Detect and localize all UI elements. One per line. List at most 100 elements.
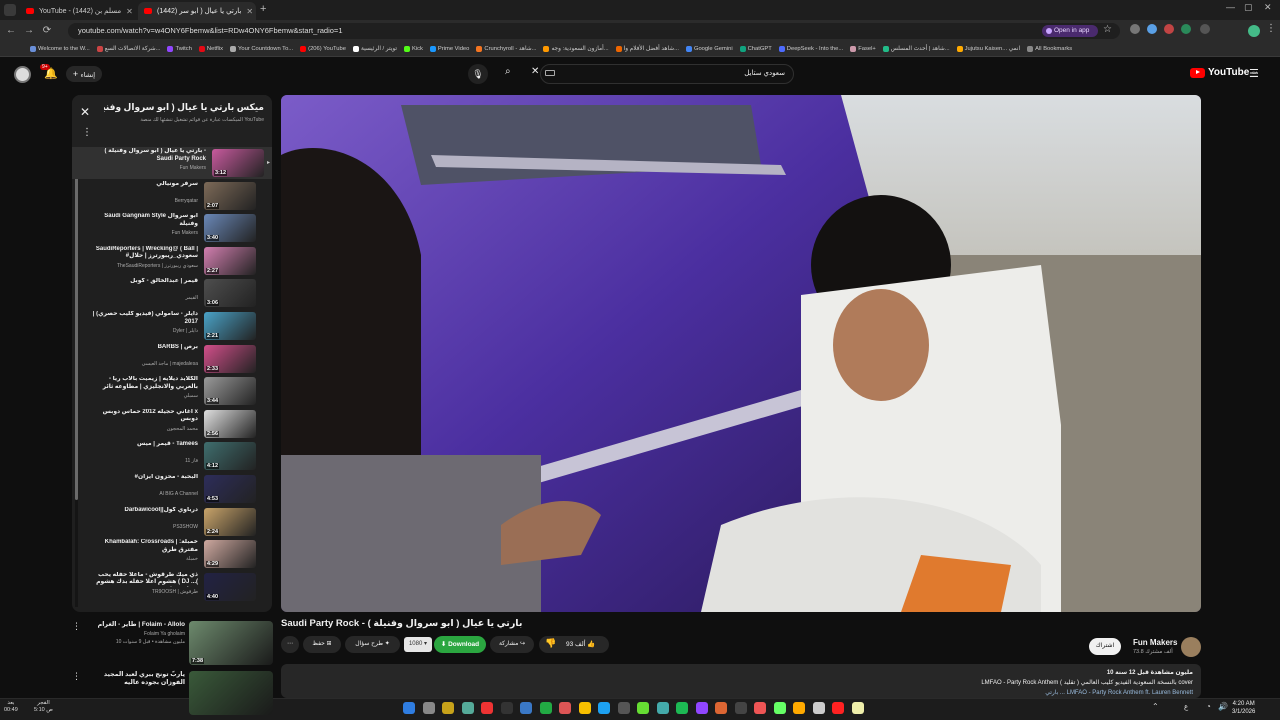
bookmark-item[interactable]: Kick [403, 46, 423, 52]
window-close-button[interactable]: ✕ [1264, 2, 1272, 13]
open-in-app-button[interactable]: Open in app [1042, 25, 1098, 37]
playlist-item[interactable]: 2:56 اغاني حجيله 2012 حماس دوبس x دوبس محم… [78, 408, 264, 440]
voice-search-mic-icon[interactable]: 🎙 [468, 64, 488, 84]
bookmark-item[interactable]: Your Countdown To... [230, 46, 293, 52]
recommendation-menu-kebab-icon[interactable]: ⋮ [72, 621, 81, 632]
clock[interactable]: 4:20 AM 3/1/2026 [1232, 700, 1255, 716]
playlist-item[interactable]: 3:12 بارتي يا عيال ( ابو سروال وفنيلة ) -… [72, 147, 272, 179]
edge-icon[interactable] [520, 702, 532, 714]
share-button[interactable]: مشاركة ↪ [490, 636, 534, 653]
folder-icon[interactable] [578, 702, 591, 714]
description-box[interactable]: 10 مليون مشاهدة قبل 12 سنة LMFAO - Party… [281, 664, 1201, 698]
prayer-widget[interactable]: الفجر 5:10 ص [34, 700, 53, 714]
system-tray-chevron-icon[interactable]: ⌃ [1152, 702, 1159, 711]
playlist-item[interactable]: 2:21 دايلر - سامولي (فيديو كليب حصري) | 2… [78, 310, 264, 342]
tab-2-close-icon[interactable]: ✕ [246, 7, 253, 16]
playlist-item[interactable]: 3:44 الكلايد ديلايه | زيميت بالاب ريا - ب… [78, 375, 264, 407]
app-icon[interactable] [851, 702, 864, 714]
quality-select[interactable]: 1080 ▾ [404, 637, 432, 652]
extension-icon[interactable] [1130, 24, 1140, 34]
app-icon[interactable] [559, 702, 571, 714]
bookmark-item[interactable]: Fasel+ [850, 46, 876, 52]
hamburger-menu-icon[interactable]: ☰ [1249, 67, 1259, 80]
search-icon[interactable]: ⌕ [505, 66, 511, 77]
keyboard-icon[interactable] [545, 70, 555, 76]
channel-name[interactable]: Fun Makers [1133, 638, 1177, 647]
language-indicator[interactable]: ع [1184, 703, 1188, 711]
bookmark-item[interactable]: تويتر / الرئيسية [352, 46, 397, 52]
bookmark-item[interactable]: ChatGPT [739, 46, 772, 52]
bookmark-item[interactable]: شاهد | أحدث المسلس... [882, 46, 950, 52]
reload-button[interactable]: ⟳ [40, 24, 54, 38]
bookmark-item[interactable]: Netflix [198, 46, 223, 52]
app-icon[interactable] [598, 702, 610, 714]
bookmark-item[interactable]: DeepSeek - Into the... [778, 46, 843, 52]
steam-icon[interactable] [539, 702, 552, 714]
tab-1-close-icon[interactable]: ✕ [126, 7, 133, 16]
bookmark-item[interactable]: Twitch [167, 46, 192, 52]
recommendation-menu-kebab-icon[interactable]: ⋮ [72, 671, 81, 682]
youtube-logo[interactable]: YouTube SA [1190, 67, 1258, 78]
url-input[interactable]: youtube.com/watch?v=w4ONY6Fbemw&list=RDw… [68, 23, 1120, 39]
playlist-item[interactable]: 2:27 SaudiReporters | Wrecking@ ( Ball | … [78, 245, 264, 277]
app-icon[interactable] [754, 702, 766, 714]
bookmark-item[interactable]: Google Gemini [685, 46, 733, 52]
file-explorer-icon[interactable] [442, 702, 454, 714]
bookmark-item[interactable]: All Bookmarks [1027, 46, 1072, 52]
playlist-item[interactable]: 4:40 ذي ميك طرقوش - ماعلا حفله يحب هشوم ا… [78, 571, 264, 603]
subscribe-button[interactable]: اشتراك [1089, 638, 1121, 655]
bookmark-star-icon[interactable]: ☆ [1103, 24, 1112, 35]
channel-avatar[interactable] [1181, 637, 1201, 657]
bookmark-item[interactable]: أمازون السعودية: وجه... [543, 46, 609, 52]
clear-search-icon[interactable]: ✕ [531, 66, 539, 77]
app-icon[interactable] [793, 702, 805, 714]
back-button[interactable]: ← [4, 24, 18, 38]
save-button[interactable]: حفظ ⊞ [303, 636, 341, 653]
playlist-item[interactable]: 2:33 BARBS | برص ماجد العيسى | majedalesa [78, 343, 264, 375]
extension-icon[interactable] [1164, 24, 1174, 34]
bookmark-item[interactable]: Jujutsu Kaisen... انمي [956, 46, 1020, 52]
search-input[interactable]: سعودي ستايل [540, 64, 794, 84]
tab-search-icon[interactable] [4, 4, 16, 16]
windows-start-icon[interactable] [403, 702, 415, 714]
playlist-item[interactable]: 4:53 #البحبة - محزون ايزان Al BIG A Channe… [78, 473, 264, 505]
more-actions-button[interactable]: ⋯ [281, 636, 299, 653]
create-button[interactable]: + إنشاء [66, 66, 102, 82]
app-icon[interactable] [773, 702, 786, 714]
profile-avatar[interactable] [1248, 25, 1260, 37]
window-minimize-button[interactable]: — [1226, 2, 1235, 12]
video-player[interactable] [281, 95, 1201, 612]
chrome-icon[interactable] [734, 702, 747, 714]
tab-1[interactable]: YouTube - مسلم بن (1442) ✕ [20, 2, 138, 20]
playlist-item[interactable]: 4:12 قيمر | ميس - Tamees قاز 11 [78, 440, 264, 472]
game-icon[interactable] [481, 702, 493, 714]
bookmark-item[interactable]: شركة الاتصالات السع... [96, 46, 160, 52]
search-icon[interactable] [422, 702, 435, 714]
weather-widget[interactable]: بعد 00:49 [4, 700, 18, 714]
window-maximize-button[interactable]: ▢ [1244, 2, 1253, 13]
app-icon[interactable] [715, 702, 727, 714]
playlist-item[interactable]: 3:40 Saudi Gangnam Style ابو سروال وفنيلة… [78, 212, 264, 244]
menu-kebab-icon[interactable]: ⋮ [1266, 23, 1276, 34]
playlist-item[interactable]: 2:07 سرفر مونيالي Berryqatar [78, 180, 264, 212]
recommendation-item[interactable]: ياربّ تونج ببري لعبد المجيد الفوزان بجود… [70, 669, 275, 719]
tab-2[interactable]: (1442) بارتي يا عيال ( ابو سر ✕ [138, 2, 256, 20]
extensions-puzzle-icon[interactable] [1200, 24, 1210, 34]
playlist-menu-kebab-icon[interactable]: ⋮ [82, 127, 92, 138]
bookmark-item[interactable]: (206) YouTube [300, 46, 346, 52]
bookmark-item[interactable]: Welcome to the W... [30, 46, 90, 52]
download-button[interactable]: ⬇ Download [434, 636, 486, 653]
extension-icon[interactable] [1181, 24, 1191, 34]
app-icon[interactable] [637, 702, 649, 714]
volume-icon[interactable]: 🔊 [1218, 702, 1228, 711]
forward-button[interactable]: → [22, 24, 36, 38]
like-button[interactable]: 93 ألف 👍 [566, 640, 595, 648]
spotify-icon[interactable] [676, 702, 688, 714]
ask-button[interactable]: طرح سؤال ✦ [345, 636, 400, 653]
dislike-button[interactable]: 👎 [545, 638, 556, 649]
twitch-icon[interactable] [695, 702, 708, 714]
bookmark-item[interactable]: شاهد أفضل الأفلام وا... [615, 46, 679, 52]
xbox-icon[interactable] [461, 702, 474, 714]
app-icon[interactable] [812, 702, 825, 714]
playlist-item[interactable]: 3:06 قيمر | عبدالخالق - كوبل القيمر [78, 277, 264, 309]
